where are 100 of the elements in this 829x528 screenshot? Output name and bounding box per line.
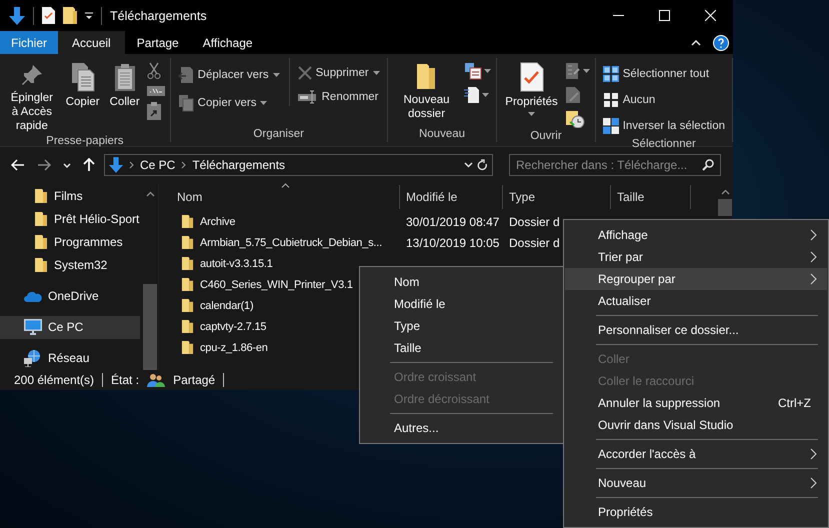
menu-item[interactable]: Accorder l'accès à [565, 443, 827, 465]
breadcrumb-chevron-icon [129, 161, 134, 169]
chevron-down-icon [63, 162, 71, 168]
navigation-item[interactable]: Films [0, 184, 140, 208]
chevron-down-icon[interactable] [464, 162, 473, 168]
ribbon-button[interactable]: Inverser la sélection [600, 116, 727, 136]
state-value: Partagé [173, 373, 216, 387]
ribbon-button[interactable]: Aucun [600, 90, 727, 110]
column-header[interactable]: Nom [171, 185, 400, 209]
download-arrow-icon [9, 6, 25, 24]
menu-item[interactable]: Personnaliser ce dossier... [565, 319, 827, 341]
file-name-cell[interactable]: Armbian_5.75_Cubietruck_Debian_s... [171, 234, 400, 251]
file-name-cell[interactable]: Archive [171, 213, 400, 230]
folder-icon [34, 210, 48, 228]
navigation-item[interactable]: Programmes [0, 230, 140, 254]
menu-item[interactable]: Trier par [565, 246, 827, 268]
ribbon-button[interactable]: Copier [62, 58, 103, 109]
scroll-up-icon[interactable] [146, 191, 154, 197]
column-header[interactable]: Taille [611, 185, 691, 209]
ribbon-button[interactable]: Épingler à Accès rapide [5, 58, 59, 133]
navigation-item[interactable]: System32 [0, 253, 140, 277]
open-icon [564, 62, 581, 80]
folder-icon [34, 186, 48, 205]
address-field[interactable]: Ce PC Téléchargements [104, 154, 493, 176]
folder-icon [181, 276, 194, 293]
minimize-icon [612, 15, 624, 16]
menu-item[interactable]: Autres... [361, 417, 562, 439]
scroll-up-icon[interactable] [720, 189, 730, 195]
ribbon-button[interactable]: Renommer [296, 88, 382, 106]
select-none-icon [602, 92, 619, 108]
ribbon-group-label: Organiser [252, 127, 305, 142]
ribbon-button[interactable]: Supprimer [296, 64, 382, 82]
properties-icon[interactable] [42, 7, 55, 24]
file-name-cell[interactable]: autoit-v3.3.15.1 [171, 255, 400, 272]
breadcrumb[interactable]: Ce PC [140, 158, 176, 172]
ribbon-button[interactable]: Nouveau dossier [392, 58, 460, 121]
document-icon [464, 86, 480, 104]
state-label: État : [111, 373, 140, 387]
navigation-item[interactable]: Prêt Hélio-Sport [0, 207, 140, 230]
column-header[interactable]: Type [503, 185, 611, 209]
move-to-icon [178, 66, 194, 84]
breadcrumb-chevron-icon [181, 161, 186, 169]
menu-item[interactable]: Ouvrir dans Visual Studio [565, 414, 827, 436]
menu-item[interactable]: Modifié le [361, 293, 562, 315]
network-icon [24, 349, 42, 368]
scrollbar-thumb[interactable] [718, 199, 732, 216]
menu-item[interactable]: Taille [361, 337, 562, 359]
ribbon-button[interactable]: Coller [106, 58, 143, 109]
copy-icon [70, 62, 96, 92]
ribbon-button[interactable]: Déplacer vers [176, 64, 282, 86]
ribbon-tab[interactable]: Affichage [190, 31, 265, 54]
download-arrow-icon [109, 157, 123, 173]
history-icon [564, 110, 585, 128]
menu-item[interactable]: Affichage [565, 224, 827, 246]
ribbon-tab[interactable]: Partage [124, 31, 191, 54]
menu-item[interactable]: Propriétés [565, 501, 827, 523]
menu-item[interactable]: Nom [361, 271, 562, 293]
rename-icon [298, 90, 318, 104]
ribbon-button[interactable]: Copier vers [176, 92, 282, 114]
refresh-icon[interactable] [477, 158, 488, 172]
copy-path-icon [146, 86, 165, 96]
ribbon-button[interactable]: Propriétés [502, 58, 561, 116]
scrollbar-thumb[interactable] [143, 284, 157, 370]
folder-icon[interactable] [63, 7, 77, 24]
menu-item[interactable]: Nouveau [565, 472, 827, 494]
ribbon-tab[interactable]: Fichier [0, 31, 58, 54]
properties-icon [520, 62, 544, 92]
maximize-icon [658, 10, 670, 21]
collapse-ribbon-icon[interactable] [691, 40, 701, 46]
folder-icon [181, 339, 194, 356]
navigation-item[interactable]: Réseau [0, 346, 140, 370]
folder-icon [181, 234, 194, 251]
folder-icon [34, 232, 48, 251]
ribbon-tab[interactable]: Accueil [58, 31, 125, 54]
paste-shortcut-icon [146, 102, 161, 120]
ribbon-button[interactable]: Sélectionner tout [600, 64, 727, 84]
cloud-icon [24, 290, 42, 302]
menu-item[interactable]: Regrouper par [565, 268, 827, 290]
forward-arrow-icon [37, 159, 51, 171]
column-header[interactable]: Modifié le [400, 185, 503, 209]
breadcrumb[interactable]: Téléchargements [192, 158, 286, 172]
search-field[interactable]: Rechercher dans : Télécharge... [509, 154, 721, 176]
date-cell-text: 30/01/2019 08:47 [405, 214, 500, 228]
copy-to-icon [178, 94, 194, 112]
menu-item[interactable]: Annuler la suppression Ctrl+Z [565, 392, 827, 414]
folder-icon [181, 213, 194, 230]
delete-x-icon [298, 66, 312, 80]
type-cell-text: Dossier d [508, 214, 561, 228]
folder-icon [34, 256, 48, 274]
search-icon [702, 159, 714, 171]
navigation-item[interactable]: OneDrive [0, 284, 140, 308]
customize-toolbar-icon[interactable] [85, 12, 93, 20]
date-cell-text: 13/10/2019 10:05 [405, 236, 500, 250]
help-icon[interactable] [713, 34, 729, 50]
ribbon-group-label: Ouvrir [529, 129, 563, 144]
ribbon-group-label: Nouveau [418, 127, 466, 142]
navigation-item[interactable]: Ce PC [0, 316, 140, 339]
menu-item[interactable]: Type [361, 315, 562, 337]
menu-item[interactable]: Actualiser [565, 290, 827, 312]
select-all-icon [602, 66, 619, 82]
